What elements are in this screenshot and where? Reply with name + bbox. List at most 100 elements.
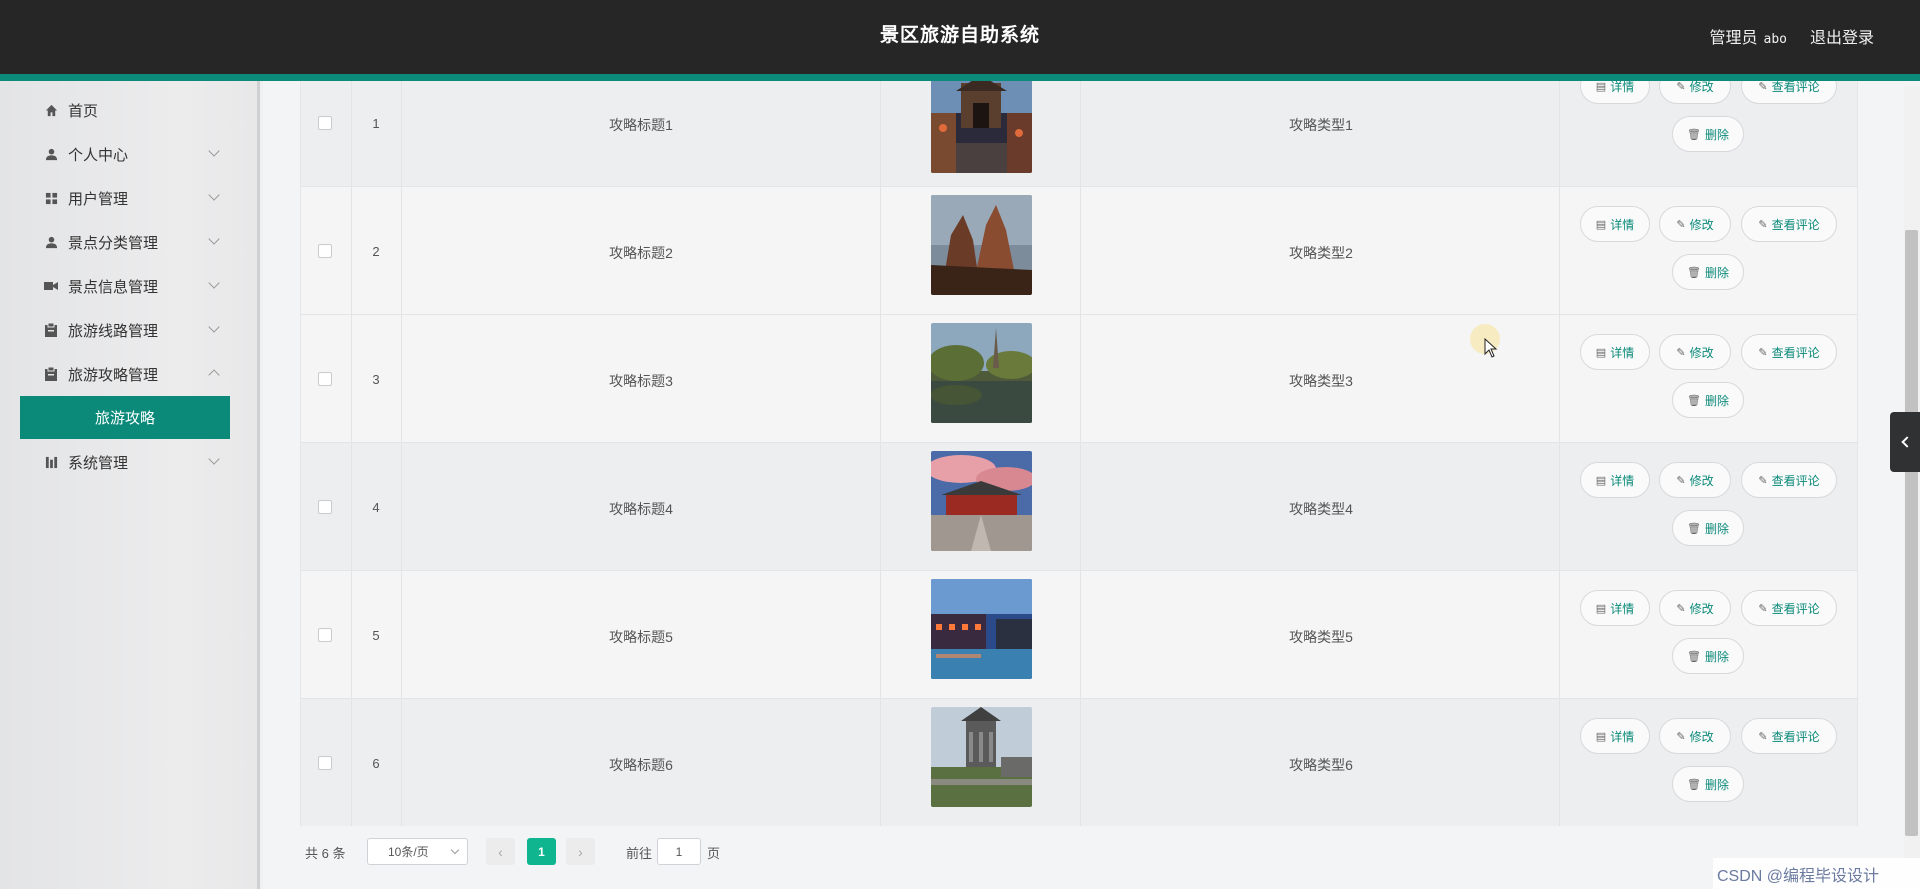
trash-icon: 🗑: [1687, 650, 1701, 663]
goto-page-input[interactable]: [657, 838, 701, 865]
sidebar-item-user-management[interactable]: 用户管理: [20, 178, 230, 218]
delete-button[interactable]: 🗑 删除: [1672, 382, 1744, 418]
next-page-button[interactable]: ›: [566, 838, 595, 865]
delete-button[interactable]: 🗑 删除: [1672, 766, 1744, 802]
sidebar-item-label: 景点信息管理: [68, 278, 159, 296]
pencil-icon: ✎: [1758, 218, 1768, 231]
edit-button[interactable]: ✎ 修改: [1659, 81, 1731, 104]
guide-thumbnail: [931, 195, 1032, 295]
page-size-select[interactable]: 10条/页: [367, 838, 468, 865]
document-icon: ▤: [1595, 474, 1607, 487]
chevron-up-icon: [208, 369, 220, 381]
view-comments-button[interactable]: ✎ 查看评论: [1741, 334, 1837, 370]
pencil-icon: ✎: [1758, 474, 1768, 487]
view-comments-button[interactable]: ✎ 查看评论: [1741, 462, 1837, 498]
guide-type: 攻略类型6: [1289, 757, 1353, 773]
row-checkbox[interactable]: [318, 244, 332, 258]
goto-label: 前往: [626, 846, 653, 861]
document-icon: ▤: [1595, 602, 1607, 615]
view-comments-button[interactable]: ✎ 查看评论: [1741, 81, 1837, 104]
table-row: 4 攻略标题4 攻略类型4 ▤ 详情 ✎ 修改 ✎ 查看评论 🗑 删除: [301, 443, 1857, 571]
detail-button[interactable]: ▤ 详情: [1580, 334, 1650, 370]
trash-icon: 🗑: [1687, 266, 1701, 279]
row-index: 2: [372, 244, 380, 259]
scrollbar-thumb[interactable]: [1905, 230, 1918, 836]
guide-type: 攻略类型1: [1289, 117, 1353, 133]
row-checkbox[interactable]: [318, 756, 332, 770]
sidebar-item-personal-center[interactable]: 个人中心: [20, 134, 230, 174]
delete-button[interactable]: 🗑 删除: [1672, 510, 1744, 546]
guide-title: 攻略标题6: [609, 757, 673, 773]
delete-button[interactable]: 🗑 删除: [1672, 254, 1744, 290]
sidebar-item-scenic-info[interactable]: 景点信息管理: [20, 266, 230, 306]
pencil-icon: ✎: [1758, 81, 1768, 93]
view-comments-button[interactable]: ✎ 查看评论: [1741, 206, 1837, 242]
watermark-text: CSDN @编程毕设设计: [1717, 867, 1880, 885]
page-number-button[interactable]: 1: [527, 838, 556, 865]
row-checkbox[interactable]: [318, 628, 332, 642]
guide-thumbnail: [931, 81, 1032, 173]
table-row: 1 攻略标题1 攻略类型1 ▤ 详情 ✎ 修改 ✎ 查看评论 🗑 删除: [301, 81, 1857, 187]
clipboard-icon: [44, 367, 58, 381]
detail-button[interactable]: ▤ 详情: [1580, 462, 1650, 498]
chevron-down-icon: [208, 321, 220, 333]
edit-button[interactable]: ✎ 修改: [1659, 462, 1731, 498]
guide-title: 攻略标题3: [609, 373, 673, 389]
document-icon: ▤: [1595, 346, 1607, 359]
guide-type: 攻略类型2: [1289, 245, 1353, 261]
user-role: 管理员: [1709, 30, 1758, 47]
sidebar-item-guide-management[interactable]: 旅游攻略管理: [20, 354, 230, 394]
pencil-icon: ✎: [1676, 346, 1686, 359]
row-index: 5: [372, 628, 380, 643]
table-row: 6 攻略标题6 攻略类型6 ▤ 详情 ✎ 修改 ✎ 查看评论 🗑 删除: [301, 699, 1857, 826]
chevron-down-icon: [208, 189, 220, 201]
pencil-icon: ✎: [1676, 602, 1686, 615]
detail-button[interactable]: ▤ 详情: [1580, 718, 1650, 754]
pencil-icon: ✎: [1758, 730, 1768, 743]
row-checkbox[interactable]: [318, 500, 332, 514]
row-checkbox[interactable]: [318, 116, 332, 130]
pagination: 共 6 条 10条/页 ‹ 1 › 前往 页: [300, 836, 1300, 866]
delete-button[interactable]: 🗑 删除: [1672, 638, 1744, 674]
document-icon: ▤: [1595, 218, 1607, 231]
user-icon: [44, 235, 58, 249]
view-comments-button[interactable]: ✎ 查看评论: [1741, 590, 1837, 626]
sidebar-subitem-travel-guide[interactable]: 旅游攻略: [20, 396, 230, 439]
guide-thumbnail: [931, 707, 1032, 807]
chevron-down-icon: [208, 453, 220, 465]
side-panel-toggle[interactable]: [1890, 412, 1920, 472]
sidebar-item-home[interactable]: 首页: [20, 90, 230, 130]
row-index: 1: [372, 116, 380, 131]
home-icon: [44, 103, 58, 117]
row-index: 6: [372, 756, 380, 771]
header-accent-bar: [0, 74, 1920, 81]
sidebar-item-label: 首页: [68, 102, 99, 120]
chevron-right-icon: ›: [578, 843, 583, 860]
view-comments-button[interactable]: ✎ 查看评论: [1741, 718, 1837, 754]
detail-button[interactable]: ▤ 详情: [1580, 590, 1650, 626]
prev-page-button[interactable]: ‹: [486, 838, 515, 865]
guide-title: 攻略标题2: [609, 245, 673, 261]
edit-button[interactable]: ✎ 修改: [1659, 334, 1731, 370]
edit-button[interactable]: ✎ 修改: [1659, 590, 1731, 626]
guide-type: 攻略类型3: [1289, 373, 1353, 389]
edit-button[interactable]: ✎ 修改: [1659, 206, 1731, 242]
guide-title: 攻略标题1: [609, 117, 673, 133]
edit-button[interactable]: ✎ 修改: [1659, 718, 1731, 754]
delete-button[interactable]: 🗑 删除: [1672, 116, 1744, 152]
video-icon: [44, 279, 58, 293]
sidebar-item-label: 个人中心: [68, 146, 129, 164]
detail-button[interactable]: ▤ 详情: [1580, 206, 1650, 242]
sidebar-item-system-management[interactable]: 系统管理: [20, 442, 230, 482]
logout-link[interactable]: 退出登录: [1810, 24, 1874, 48]
sidebar-item-label: 旅游线路管理: [68, 322, 159, 340]
chevron-down-icon: [208, 277, 220, 289]
sidebar-item-scenic-category[interactable]: 景点分类管理: [20, 222, 230, 262]
row-checkbox[interactable]: [318, 372, 332, 386]
guide-title: 攻略标题5: [609, 629, 673, 645]
document-icon: ▤: [1595, 730, 1607, 743]
sidebar-item-route-management[interactable]: 旅游线路管理: [20, 310, 230, 350]
chevron-left-icon: [1901, 436, 1913, 448]
detail-button[interactable]: ▤ 详情: [1580, 81, 1650, 104]
user-icon: [44, 147, 58, 161]
